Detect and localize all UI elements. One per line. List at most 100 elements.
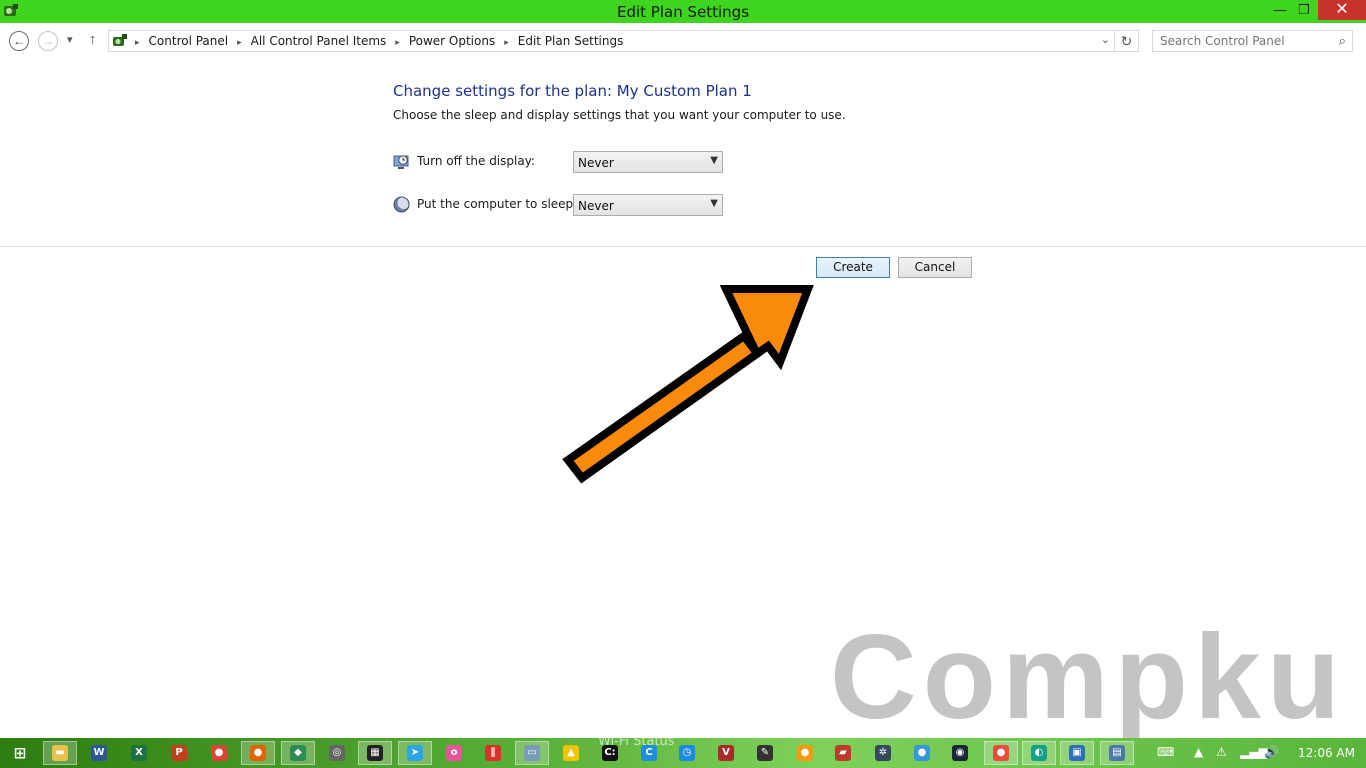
firefox-icon: ● (250, 745, 266, 761)
file-explorer-icon: ▬ (52, 745, 68, 761)
cancel-button[interactable]: Cancel (898, 257, 972, 278)
taskbar-app-notes-button[interactable]: ✎ (748, 741, 782, 765)
taskbar-app-film-button[interactable]: ▦ (358, 741, 392, 765)
taskbar-app-ball-button[interactable]: ● (788, 741, 822, 765)
breadcrumb-separator[interactable]: ▸ (504, 38, 509, 48)
app-chrome2-icon: ● (993, 745, 1009, 761)
app-film-icon: ▦ (367, 745, 383, 761)
refresh-button[interactable]: ↻ (1114, 31, 1138, 51)
taskbar-powerpoint-button[interactable]: P (162, 741, 196, 765)
control-panel-icon: ▣ (1069, 745, 1085, 761)
up-button[interactable]: ↑ (89, 31, 97, 48)
wifi-status-ghost-text: Wi-Fi Status (598, 734, 675, 749)
search-box[interactable]: ⌕ (1152, 30, 1353, 52)
display-timeout-label: Turn off the display: (417, 154, 535, 168)
taskbar-telegram-button[interactable]: ➤ (398, 741, 432, 765)
search-input[interactable] (1153, 31, 1323, 51)
taskbar-control-panel-button[interactable]: ▣ (1060, 741, 1094, 765)
tray-keyboard-icon[interactable]: ⌨ (1157, 745, 1174, 759)
word-icon: W (91, 745, 107, 761)
sleep-timeout-select[interactable]: Never ▼ (573, 194, 723, 216)
chevron-down-icon: ▼ (710, 198, 718, 209)
page-description: Choose the sleep and display settings th… (393, 108, 846, 122)
taskbar: ⊞ ▬ W X P ● ● ◆ ◎ ▦ ➤ o ∥ ▭ ▲ C: C ◷ V ✎ ● ▰ ✲ ● ◉ ● ◐ ▣ ▤ ⌨ ▲ ⚠ ▂▄▆ 🔊 (0, 738, 1366, 768)
telegram-icon: ➤ (407, 745, 423, 761)
divider (0, 246, 1366, 247)
monitor-clock-icon (393, 155, 409, 169)
display-timeout-value: Never (578, 156, 614, 170)
app-earth-icon: ● (914, 745, 930, 761)
taskbar-start-button[interactable]: ⊞ (3, 741, 37, 765)
app-window-icon: ▤ (1109, 745, 1125, 761)
chrome-icon: ● (211, 745, 227, 761)
breadcrumb-edit-plan[interactable]: Edit Plan Settings (518, 34, 624, 48)
start-icon: ⊞ (13, 744, 27, 762)
breadcrumb: ▸ Control Panel ▸ All Control Panel Items ▸ P… (135, 34, 623, 48)
app-circle-icon: ◎ (329, 745, 345, 761)
taskbar-app-earth-button[interactable]: ● (905, 741, 939, 765)
app-monitor-icon: ▭ (524, 745, 540, 761)
breadcrumb-control-panel[interactable]: Control Panel (149, 34, 229, 48)
taskbar-app-paint-button[interactable]: ◐ (1022, 741, 1056, 765)
taskbar-app-circle-button[interactable]: ◎ (320, 741, 354, 765)
taskbar-word-button[interactable]: W (82, 741, 116, 765)
taskbar-app-warning-button[interactable]: ▲ (554, 741, 588, 765)
taskbar-app-chrome2-button[interactable]: ● (984, 741, 1018, 765)
app-timer-icon: ◷ (679, 745, 695, 761)
back-button[interactable]: ← (9, 31, 29, 51)
taskbar-chrome-button[interactable]: ● (202, 741, 236, 765)
app-paint-icon: ◐ (1031, 745, 1047, 761)
display-timeout-select[interactable]: Never ▼ (573, 151, 723, 173)
create-button[interactable]: Create (816, 257, 890, 278)
breadcrumb-separator[interactable]: ▸ (135, 38, 140, 48)
breadcrumb-separator[interactable]: ▸ (237, 38, 242, 48)
breadcrumb-all-items[interactable]: All Control Panel Items (251, 34, 387, 48)
app-book-icon: ▰ (835, 745, 851, 761)
address-bar[interactable]: ▸ Control Panel ▸ All Control Panel Items ▸ P… (108, 30, 1139, 52)
steam-icon: ◉ (952, 745, 968, 761)
excel-icon: X (131, 745, 147, 761)
app-v-icon: V (718, 745, 734, 761)
annotation-arrow (562, 285, 814, 484)
app-ball-icon: ● (797, 745, 813, 761)
powerpoint-icon: P (171, 745, 187, 761)
taskbar-excel-button[interactable]: X (122, 741, 156, 765)
maximize-button[interactable]: ❐ (1290, 0, 1318, 20)
breadcrumb-power-options[interactable]: Power Options (409, 34, 495, 48)
taskbar-app-timer-button[interactable]: ◷ (670, 741, 704, 765)
taskbar-app-monitor-button[interactable]: ▭ (515, 741, 549, 765)
taskbar-file-explorer-button[interactable]: ▬ (43, 741, 77, 765)
osu-icon: o (446, 745, 462, 761)
recent-locations-button[interactable]: ▾ (67, 33, 73, 46)
tray-volume-icon[interactable]: 🔊 (1264, 745, 1279, 759)
forward-button[interactable]: → (38, 31, 58, 51)
taskbar-clock[interactable]: 12:06 AM (1298, 746, 1355, 760)
tray-tray-warning-icon[interactable]: ⚠ (1216, 745, 1227, 759)
app-gear-icon: ✲ (875, 745, 891, 761)
taskbar-firefox-button[interactable]: ● (241, 741, 275, 765)
title-bar: Edit Plan Settings — ❐ ✕ (0, 0, 1366, 23)
app-red-icon: ∥ (485, 745, 501, 761)
app-warning-icon: ▲ (563, 745, 579, 761)
taskbar-steam-button[interactable]: ◉ (943, 741, 977, 765)
close-button[interactable]: ✕ (1318, 0, 1366, 20)
taskbar-app-globe-button[interactable]: ◆ (281, 741, 315, 765)
taskbar-app-gear-button[interactable]: ✲ (866, 741, 900, 765)
taskbar-app-window-button[interactable]: ▤ (1100, 741, 1134, 765)
moon-icon (393, 196, 410, 213)
sleep-timeout-value: Never (578, 199, 614, 213)
search-icon[interactable]: ⌕ (1339, 33, 1346, 49)
taskbar-app-book-button[interactable]: ▰ (826, 741, 860, 765)
watermark: Compku (830, 610, 1346, 744)
tray-tray-expand-icon[interactable]: ▲ (1194, 745, 1203, 759)
taskbar-osu-button[interactable]: o (437, 741, 471, 765)
chevron-down-icon: ▼ (710, 155, 718, 166)
taskbar-app-v-button[interactable]: V (709, 741, 743, 765)
control-panel-icon (113, 34, 127, 46)
address-dropdown-icon[interactable]: ⌄ (1101, 33, 1110, 46)
window-title: Edit Plan Settings (616, 3, 750, 21)
breadcrumb-separator[interactable]: ▸ (395, 38, 400, 48)
navigation-bar: ← → ▾ ↑ ▸ Control Panel ▸ All Control Panel… (0, 23, 1366, 59)
taskbar-app-red-button[interactable]: ∥ (476, 741, 510, 765)
sleep-timeout-label: Put the computer to sleep: (417, 197, 578, 211)
